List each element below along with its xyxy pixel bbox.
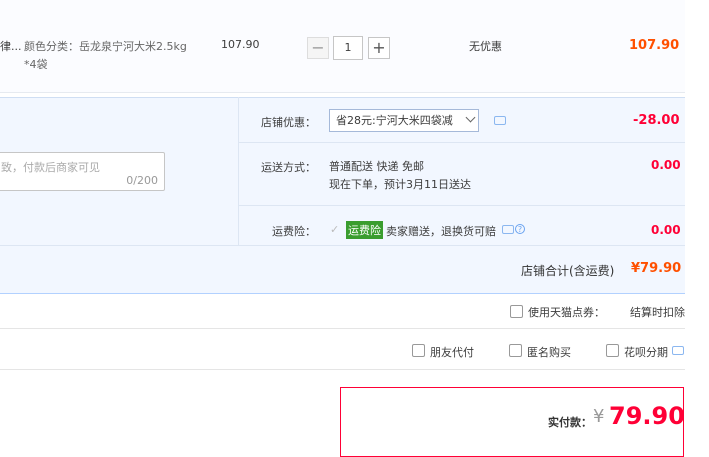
insurance-label: 运费险： <box>272 225 316 238</box>
shop-discount-select[interactable]: 省28元:宁河大米四袋减 <box>329 109 479 132</box>
item-subtotal: 107.90 <box>629 38 680 53</box>
row-divider <box>239 205 685 206</box>
shop-discount-selected: 省28元:宁河大米四袋减 <box>336 114 453 127</box>
payment-label: 实付款： <box>548 416 592 429</box>
huabei-label: 花呗分期 <box>624 346 668 359</box>
buyer-message-textarea[interactable]: 致，付款后商家可见 0/200 <box>0 152 165 191</box>
shop-total-label: 店铺合计(含运费) <box>521 264 615 278</box>
tmall-points-label: 使用天猫点券： <box>528 306 605 319</box>
panel-divider <box>238 97 239 245</box>
payment-amount: 79.90 <box>609 402 685 430</box>
message-icon[interactable] <box>494 116 506 125</box>
divider <box>0 328 685 329</box>
friend-pay-label: 朋友代付 <box>430 346 474 359</box>
tmall-points-checkbox[interactable] <box>510 305 523 318</box>
anonymous-label: 匿名购买 <box>527 346 571 359</box>
help-icon[interactable]: ? <box>515 224 525 234</box>
insurance-cost: 0.00 <box>651 223 681 237</box>
shipping-label: 运送方式： <box>261 161 316 174</box>
message-counter: 0/200 <box>126 174 158 187</box>
quantity-plus-button[interactable]: + <box>368 37 390 59</box>
shipping-method: 普通配送 快递 免邮 <box>329 160 424 173</box>
insurance-tag: 运费险 <box>346 221 383 239</box>
quantity-minus-button[interactable]: − <box>307 37 329 59</box>
item-sku-line2: *4袋 <box>24 58 48 71</box>
item-promo: 无优惠 <box>469 40 502 53</box>
shop-discount-label: 店铺优惠： <box>261 116 316 129</box>
tmall-points-note: 结算时扣除 <box>630 306 685 319</box>
message-icon[interactable] <box>502 225 514 234</box>
shipping-eta: 现在下单，预计3月11日送达 <box>329 178 471 191</box>
insurance-text: 卖家赠送，退换货可赔 <box>386 225 496 238</box>
huabei-checkbox[interactable] <box>606 344 619 357</box>
payment-summary-box: 实付款： ¥ 79.90 <box>340 387 685 457</box>
message-icon[interactable] <box>672 346 684 355</box>
quantity-input[interactable]: 1 <box>333 36 363 60</box>
friend-pay-checkbox[interactable] <box>412 344 425 357</box>
item-sku-line1: 颜色分类：岳龙泉宁河大米2.5kg <box>24 40 187 53</box>
shop-discount-amount: -28.00 <box>633 113 680 128</box>
payment-currency: ¥ <box>593 406 605 427</box>
message-placeholder: 致，付款后商家可见 <box>1 161 100 174</box>
item-unit-price: 107.90 <box>221 38 260 51</box>
shop-total-value: ¥79.90 <box>631 261 682 276</box>
chevron-down-icon <box>465 112 476 123</box>
anonymous-checkbox[interactable] <box>509 344 522 357</box>
item-title-snippet[interactable]: 律... <box>0 38 22 54</box>
divider <box>0 369 685 370</box>
checkmark-icon: ✓ <box>330 223 340 236</box>
shipping-cost: 0.00 <box>651 158 681 172</box>
row-divider <box>239 142 685 143</box>
